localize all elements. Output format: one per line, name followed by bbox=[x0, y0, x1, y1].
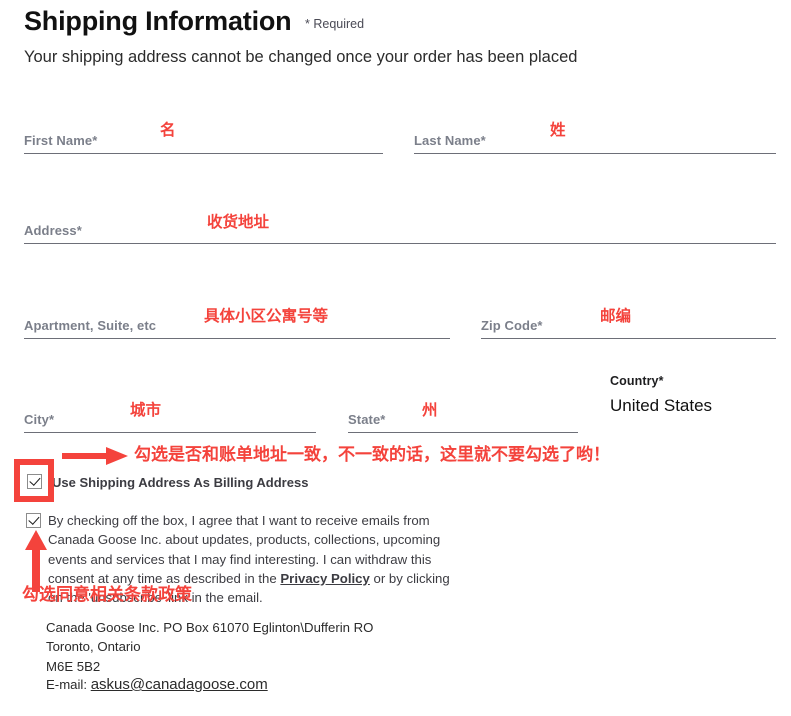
arrow-up-icon bbox=[25, 530, 47, 592]
country-value: United States bbox=[610, 396, 713, 415]
country-label: Country* bbox=[610, 374, 664, 388]
privacy-policy-link[interactable]: Privacy Policy bbox=[280, 571, 369, 586]
page-title: Shipping Information bbox=[24, 6, 292, 36]
first-name-input[interactable] bbox=[24, 153, 383, 154]
last-name-label: Last Name* bbox=[414, 133, 486, 148]
company-email-link[interactable]: askus@canadagoose.com bbox=[91, 676, 268, 693]
page-subtitle: Your shipping address cannot be changed … bbox=[24, 48, 578, 66]
zip-code-label: Zip Code* bbox=[481, 318, 543, 333]
first-name-field[interactable]: First Name* bbox=[24, 110, 383, 154]
zip-code-input[interactable] bbox=[481, 338, 776, 339]
state-label: State* bbox=[348, 412, 386, 427]
country-field: Country* United States bbox=[610, 374, 712, 416]
required-note: * Required bbox=[305, 17, 365, 31]
state-field[interactable]: State* bbox=[348, 394, 578, 433]
company-address: Canada Goose Inc. PO Box 61070 Eglinton\… bbox=[46, 620, 374, 674]
last-name-input[interactable] bbox=[414, 153, 776, 154]
last-name-field[interactable]: Last Name* bbox=[414, 110, 776, 154]
state-input[interactable] bbox=[348, 432, 578, 433]
address-label: Address* bbox=[24, 223, 82, 238]
city-label: City* bbox=[24, 412, 55, 427]
arrow-right-icon bbox=[62, 447, 128, 465]
email-consent-text: By checking off the box, I agree that I … bbox=[48, 511, 460, 607]
annotation-billing-note: 勾选是否和账单地址一致，不一致的话，这里就不要勾选了哟！ bbox=[134, 445, 610, 465]
billing-checkbox-highlight-box bbox=[14, 459, 54, 502]
apartment-label: Apartment, Suite, etc bbox=[24, 318, 157, 333]
apartment-field[interactable]: Apartment, Suite, etc bbox=[24, 300, 450, 339]
billing-address-label: Use Shipping Address As Billing Address bbox=[52, 475, 309, 490]
address-input[interactable] bbox=[24, 243, 776, 244]
company-email-row: E-mail: askus@canadagoose.com bbox=[46, 676, 268, 693]
city-field[interactable]: City* bbox=[24, 394, 316, 433]
first-name-label: First Name* bbox=[24, 133, 98, 148]
zip-code-field[interactable]: Zip Code* bbox=[481, 300, 776, 339]
address-field[interactable]: Address* bbox=[24, 205, 776, 244]
apartment-input[interactable] bbox=[24, 338, 450, 339]
email-consent-checkbox[interactable] bbox=[26, 513, 41, 528]
email-label: E-mail: bbox=[46, 677, 91, 692]
city-input[interactable] bbox=[24, 432, 316, 433]
